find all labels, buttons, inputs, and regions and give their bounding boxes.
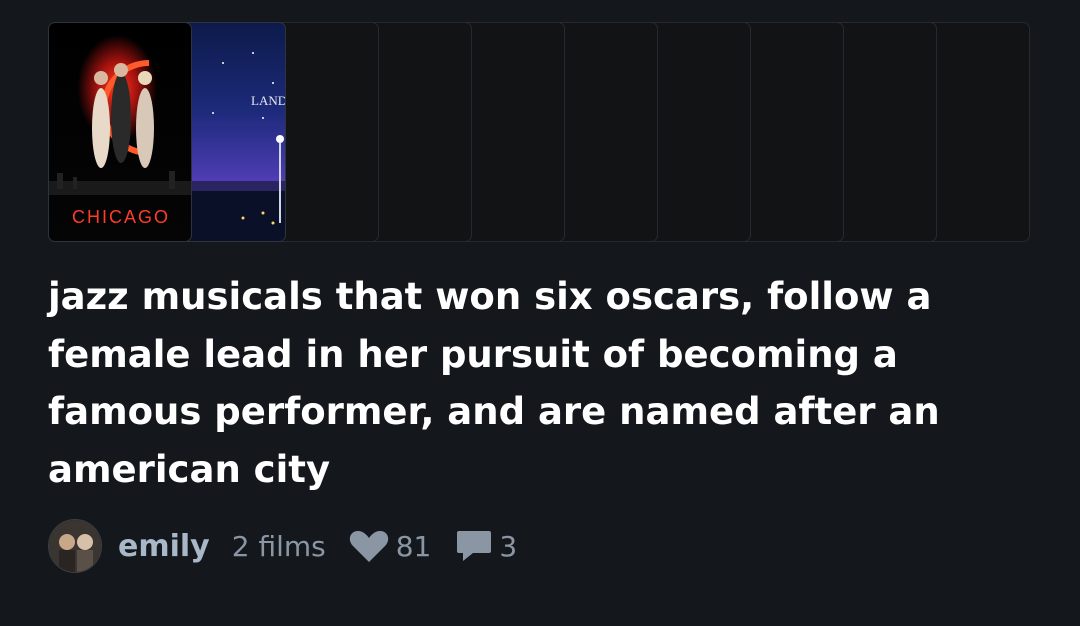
film-count: 2 films xyxy=(231,529,326,563)
avatar-image xyxy=(49,520,101,572)
comments-count: 3 xyxy=(499,529,518,563)
poster-stack: LAND CHICAGO xyxy=(48,22,1031,244)
list-meta: emily 2 films 81 3 xyxy=(48,518,648,574)
chicago-poster-title: CHICAGO xyxy=(72,207,170,227)
comment-icon[interactable] xyxy=(455,527,493,565)
poster-chicago[interactable]: CHICAGO xyxy=(48,22,192,242)
likes-count: 81 xyxy=(395,529,432,563)
heart-icon[interactable] xyxy=(348,528,390,564)
la-la-land-poster-title: LAND xyxy=(251,93,286,108)
chicago-artwork: CHICAGO xyxy=(49,60,191,227)
avatar[interactable] xyxy=(48,519,102,573)
list-title[interactable]: jazz musicals that won six oscars, follo… xyxy=(48,268,1048,498)
author-username[interactable]: emily xyxy=(118,529,210,564)
